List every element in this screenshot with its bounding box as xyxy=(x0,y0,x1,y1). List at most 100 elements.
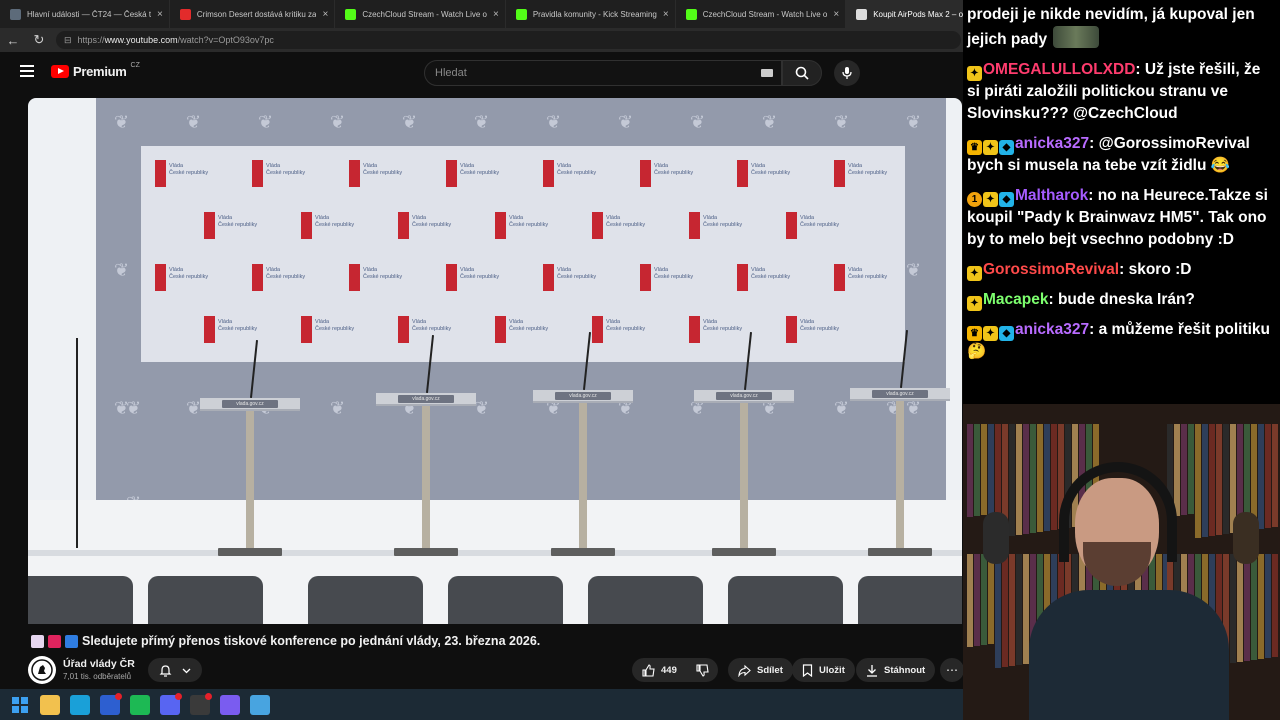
lectern: vlada.gov.cz xyxy=(850,330,950,556)
subscriber-badge-icon[interactable]: ✦ xyxy=(983,326,998,341)
save-button[interactable]: Uložit xyxy=(792,658,855,682)
subscriber-count: 7,01 tis. odběratelů xyxy=(63,672,132,681)
youtube-premium-logo[interactable]: Premium CZ xyxy=(51,62,140,79)
address-bar[interactable]: ⊟ https://www.youtube.com/watch?v=OptO93… xyxy=(56,31,961,49)
lectern-label: vlada.gov.cz xyxy=(398,395,454,403)
obs-icon[interactable] xyxy=(190,692,212,715)
channel-name[interactable]: Úřad vlády ČR xyxy=(63,658,135,670)
chat-message-text: prodeji je nikde nevidím, já kupoval jen… xyxy=(967,6,1255,48)
share-button[interactable]: Sdílet xyxy=(728,658,793,682)
diamond-badge-icon[interactable]: ◆ xyxy=(999,326,1014,341)
chat-username[interactable]: Maltharok xyxy=(1015,187,1088,204)
chat-username[interactable]: GorossimoRevival xyxy=(983,261,1119,278)
chat-username[interactable]: OMEGALULLOLXDD xyxy=(983,61,1135,78)
search-icon xyxy=(795,66,809,80)
backdrop-logo-text: Vláda České republiky xyxy=(412,319,452,332)
browser-tab[interactable]: CzechCloud Stream - Watch Live o × xyxy=(335,0,506,28)
czech-flag-emblem-icon xyxy=(689,212,700,239)
lion-emblem-icon: ❦ xyxy=(114,260,130,280)
edge-icon[interactable] xyxy=(70,694,90,715)
hamburger-menu-icon[interactable] xyxy=(20,65,34,77)
back-icon[interactable]: ← xyxy=(0,33,26,48)
backdrop-logo-tile: Vláda České republiky xyxy=(543,264,603,292)
download-button[interactable]: Stáhnout xyxy=(856,658,936,682)
backdrop-logo-tile: Vláda České republiky xyxy=(786,212,846,240)
browser-tab[interactable]: Hlavní události — ČT24 — Česká t × xyxy=(0,0,170,28)
chat-username[interactable]: anicka327 xyxy=(1015,321,1089,338)
backdrop-logo-text: Vláda České republiky xyxy=(654,267,694,280)
backdrop-logo-tile: Vláda České republiky xyxy=(204,212,264,240)
reload-icon[interactable]: ↻ xyxy=(26,32,52,48)
site-info-icon[interactable]: ⊟ xyxy=(64,35,72,46)
lectern: vlada.gov.cz xyxy=(533,332,633,556)
backdrop-logo-tile: Vláda České republiky xyxy=(349,160,409,188)
search-button[interactable] xyxy=(782,60,822,86)
crown-badge-icon[interactable]: ♛ xyxy=(967,140,982,155)
book-spine xyxy=(1002,554,1008,667)
chat-username[interactable]: anicka327 xyxy=(1015,135,1089,152)
book-spine xyxy=(1230,554,1236,663)
backdrop-logo-tile: Vláda České republiky xyxy=(495,316,555,344)
tab-close-icon[interactable]: × xyxy=(157,9,163,20)
keyboard-icon[interactable] xyxy=(761,69,773,77)
spotify-icon[interactable] xyxy=(130,694,150,715)
browser-tab[interactable]: Crimson Desert dostává kritiku za × xyxy=(170,0,336,28)
tab-close-icon[interactable]: × xyxy=(663,9,669,20)
lion-emblem-icon xyxy=(31,659,53,681)
subscriber-badge-icon[interactable]: ✦ xyxy=(983,140,998,155)
crown-badge-icon[interactable]: ♛ xyxy=(967,326,982,341)
url-text: https://www.youtube.com/watch?v=OptO93ov… xyxy=(77,35,274,45)
windows-taskbar xyxy=(0,689,963,720)
book-spine xyxy=(988,554,994,644)
app-icon-badge[interactable] xyxy=(100,692,122,715)
tab-close-icon[interactable]: × xyxy=(493,9,499,20)
audience-chair xyxy=(588,576,703,624)
lion-emblem-icon: ❦ xyxy=(690,112,706,132)
dislike-button[interactable] xyxy=(688,658,718,682)
windows-start-icon[interactable] xyxy=(10,695,30,715)
tab-close-icon[interactable]: × xyxy=(322,9,328,20)
subscriber-badge-icon[interactable]: ✦ xyxy=(967,296,982,311)
browser-tab-strip: Hlavní události — ČT24 — Česká t × Crimson… xyxy=(0,0,963,28)
czech-flag-emblem-icon xyxy=(155,264,166,291)
diamond-badge-icon[interactable]: ◆ xyxy=(999,192,1014,207)
book-spine xyxy=(1258,554,1264,659)
notepad-icon[interactable] xyxy=(250,694,270,715)
browser-tab[interactable]: Koupit AirPods Max 2 – oranžové× xyxy=(846,0,963,28)
file-explorer-icon[interactable] xyxy=(40,694,60,715)
coin-badge-icon[interactable]: 1 xyxy=(967,192,982,207)
backdrop-logo-tile: Vláda České republiky xyxy=(592,316,652,344)
chat-message: ♛ ✦ ◆ anicka327: a můžeme řešit politiku🤔 xyxy=(967,319,1274,363)
emoji-square-icon xyxy=(31,634,44,648)
voice-search-button[interactable] xyxy=(834,60,860,86)
bookmark-icon xyxy=(802,663,813,677)
backdrop-logo-tile: Vláda České republiky xyxy=(543,160,603,188)
discord-icon[interactable] xyxy=(160,692,182,715)
notification-badge xyxy=(115,692,122,700)
lectern-label: vlada.gov.cz xyxy=(222,400,278,408)
lectern-label: vlada.gov.cz xyxy=(872,390,928,398)
copilot-icon[interactable] xyxy=(220,694,240,715)
channel-avatar[interactable] xyxy=(28,656,56,684)
video-player[interactable]: ❦❦❦❦❦❦❦❦❦❦❦❦❦❦❦❦❦❦❦❦❦❦❦❦❦❦❦❦❦❦❦❦❦❦❦❦❦❦❦ … xyxy=(28,98,962,624)
backdrop-logo-text: Vláda České republiky xyxy=(266,267,306,280)
browser-tab[interactable]: Pravidla komunity - Kick Streaming × xyxy=(506,0,676,28)
more-actions-button[interactable]: ⋯ xyxy=(940,658,964,682)
notification-bell-button[interactable] xyxy=(148,658,202,682)
diamond-badge-icon[interactable]: ◆ xyxy=(999,140,1014,155)
browser-tab[interactable]: CzechCloud Stream - Watch Live o × xyxy=(676,0,847,28)
subscriber-badge-icon[interactable]: ✦ xyxy=(967,266,982,281)
backdrop-logo-text: Vláda České republiky xyxy=(509,215,549,228)
search-input[interactable]: Hledat xyxy=(424,60,782,86)
tab-close-icon[interactable]: × xyxy=(833,9,839,20)
tab-title: Hlavní události — ČT24 — Česká t xyxy=(27,9,152,19)
camera-tripod xyxy=(76,338,78,548)
chat-message-text: skoro :D xyxy=(1128,261,1192,278)
lion-emblem-icon: ❦ xyxy=(834,112,850,132)
subscriber-badge-icon[interactable]: ✦ xyxy=(967,66,982,81)
book-spine xyxy=(1272,554,1278,657)
backdrop-logo-text: Vláda České republiky xyxy=(315,215,355,228)
chat-username[interactable]: Macapek xyxy=(983,291,1048,308)
subscriber-badge-icon[interactable]: ✦ xyxy=(983,192,998,207)
czech-flag-emblem-icon xyxy=(834,160,845,187)
